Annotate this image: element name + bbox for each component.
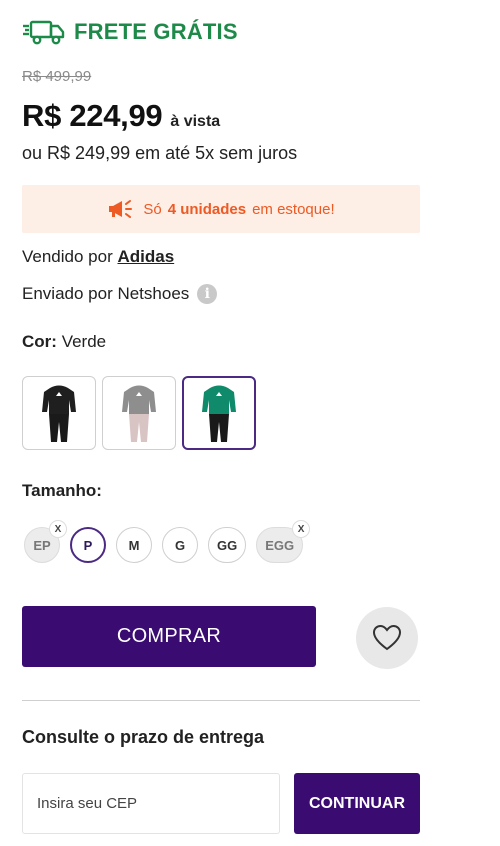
free-shipping-banner: FRETE GRÁTIS	[22, 18, 238, 46]
color-value: Verde	[61, 332, 107, 351]
size-option-label: M	[128, 537, 140, 553]
color-swatches	[22, 376, 256, 450]
size-option-g[interactable]: G	[162, 527, 198, 563]
size-option-label: EP	[33, 537, 51, 553]
heart-icon	[372, 624, 402, 651]
tracksuit-grey-thumbnail	[122, 385, 156, 442]
cep-input[interactable]	[22, 773, 280, 834]
sold-by: Vendido por Adidas	[22, 247, 174, 267]
favorite-button[interactable]	[356, 607, 418, 669]
truck-icon	[23, 20, 65, 45]
color-swatch-black[interactable]	[22, 376, 96, 450]
current-price: R$ 224,99	[22, 98, 163, 133]
installments-text: ou R$ 249,99 em até 5x sem juros	[22, 143, 298, 163]
size-option-m[interactable]: M	[116, 527, 152, 563]
color-label-title: Cor:	[22, 332, 57, 351]
price-suffix: à vista	[170, 113, 221, 130]
continue-button[interactable]: CONTINUAR	[294, 773, 420, 834]
tracksuit-black-thumbnail	[42, 385, 76, 442]
unavailable-x-icon: X	[49, 520, 67, 538]
size-option-ep[interactable]: EP X	[24, 520, 67, 563]
stock-prefix: Só	[143, 200, 162, 218]
seller-link[interactable]: Adidas	[117, 247, 174, 266]
size-option-gg[interactable]: GG	[208, 527, 247, 563]
size-option-egg[interactable]: EGG X	[256, 520, 311, 563]
old-price: R$ 499,99	[22, 68, 92, 85]
stock-suffix: em estoque!	[252, 200, 335, 218]
stock-alert: Só 4 unidades em estoque!	[22, 185, 420, 233]
delivery-title: Consulte o prazo de entrega	[22, 727, 265, 747]
free-shipping-label: FRETE GRÁTIS	[74, 19, 238, 44]
megaphone-icon	[109, 200, 133, 218]
shipped-by-label: Enviado por Netshoes	[22, 284, 190, 303]
size-option-label: G	[174, 537, 186, 553]
sold-by-label: Vendido por	[22, 247, 113, 266]
info-icon[interactable]: i	[197, 284, 218, 304]
shipped-by: Enviado por Netshoes i	[22, 284, 218, 304]
buy-button[interactable]: COMPRAR	[22, 606, 316, 667]
size-option-p[interactable]: P	[70, 527, 106, 563]
unavailable-x-icon: X	[292, 520, 311, 538]
size-option-label: P	[83, 537, 93, 553]
tracksuit-green-thumbnail	[202, 385, 236, 442]
size-option-label: GG	[217, 537, 238, 553]
color-swatch-grey[interactable]	[102, 376, 176, 450]
divider	[22, 700, 420, 701]
color-label: Cor: Verde	[22, 332, 106, 352]
color-swatch-green[interactable]	[182, 376, 256, 450]
size-option-label: EGG	[265, 537, 295, 553]
price-row: R$ 224,99 à vista	[22, 98, 220, 134]
size-options: EP X P M G GG EGG X	[24, 520, 311, 563]
stock-count: 4 unidades	[167, 200, 247, 218]
size-label: Tamanho:	[22, 481, 102, 500]
